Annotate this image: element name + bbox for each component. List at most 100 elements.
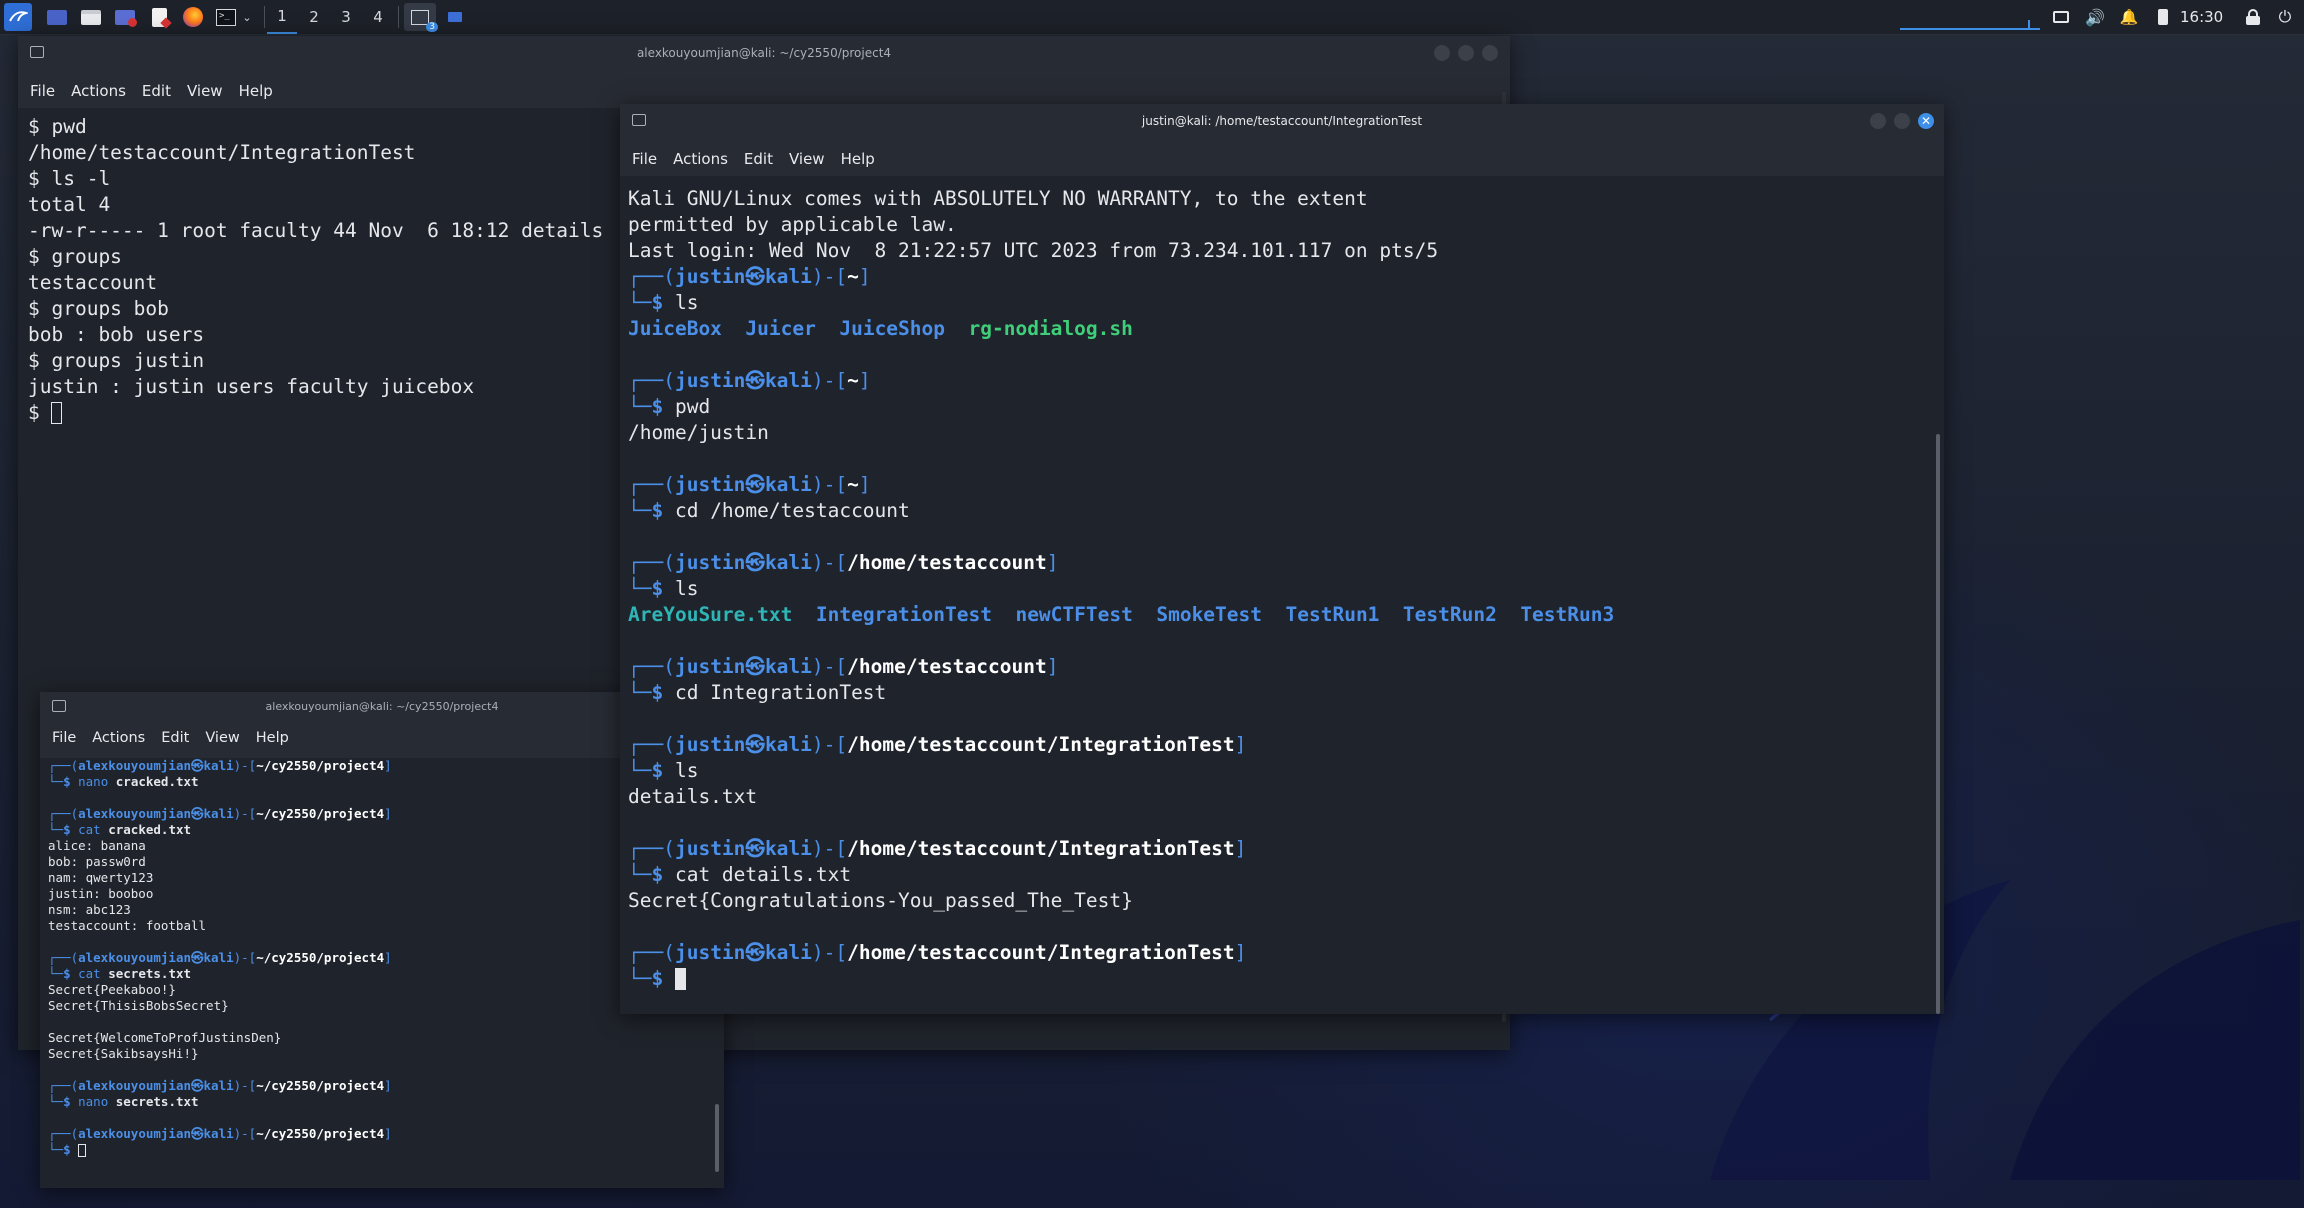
terminal-task-icon[interactable]: 3 [404,3,438,32]
terminal-text: Last login: Wed Nov 8 21:22:57 UTC 2023 … [628,239,1439,262]
workspace-label: 2 [309,8,319,26]
terminal-text: $ [28,401,52,424]
menu-edit[interactable]: Edit [142,82,171,100]
firefox-icon[interactable] [182,5,204,29]
close-button[interactable]: ✕ [1918,113,1934,129]
workspace-4[interactable]: 4 [363,0,393,34]
menu-help[interactable]: Help [239,82,273,100]
maximize-button[interactable] [1458,45,1474,61]
bell-icon[interactable]: 🔔 [2118,5,2140,29]
workspace-2[interactable]: 2 [299,0,329,34]
scrollbar[interactable] [715,1104,719,1172]
window-task-icon[interactable] [444,5,466,29]
prompt-user: justin [674,837,746,860]
kali-menu-icon[interactable] [4,3,32,31]
prompt-path: /home/testaccount/IntegrationTest [847,837,1235,860]
menu-actions[interactable]: Actions [673,150,728,168]
prompt-user: justin [674,733,746,756]
volume-icon[interactable]: 🔊 [2084,5,2106,29]
prompt-decor: └─ [628,577,652,600]
menu-file[interactable]: File [30,82,55,100]
prompt-host: kali [764,265,812,288]
menu-view[interactable]: View [205,730,239,746]
menu-actions[interactable]: Actions [92,730,145,746]
prompt-host: kali [764,551,812,574]
terminal-line: └─$ ls [628,758,1944,784]
menu-edit[interactable]: Edit [161,730,189,746]
chevron-down-icon[interactable]: ⌄ [240,5,254,29]
workspace-3[interactable]: 3 [331,0,361,34]
close-button[interactable] [1482,45,1498,61]
directory-entry: TestRun3 [1520,603,1615,626]
mail-icon[interactable] [114,5,137,29]
menu-edit[interactable]: Edit [744,150,773,168]
prompt-decor: ┌──( [628,941,675,964]
clock[interactable]: 16:30 [2180,0,2223,34]
menu-help[interactable]: Help [841,150,875,168]
directory-entry: SmokeTest [1156,603,1263,626]
prompt-user: alexkouyoumjian [78,806,191,821]
terminal-text: permitted by applicable law. [628,213,957,236]
workspace-1[interactable]: 1 [267,0,297,34]
prompt-path: ~/cy2550/project4 [256,1126,385,1141]
file-entry: AreYouSure.txt [628,603,793,626]
output-text: nsm: abc123 [48,902,131,917]
prompt-user: justin [674,655,746,678]
prompt-decor: ] [384,1126,392,1141]
prompt-decor: ┌──( [628,837,675,860]
terminal-output[interactable]: Kali GNU/Linux comes with ABSOLUTELY NO … [620,176,1944,1014]
prompt-decor: └─ [48,1094,64,1109]
prompt-decor: ] [384,950,392,965]
prompt-user: alexkouyoumjian [78,950,191,965]
taskbar-separator [264,6,265,28]
maximize-button[interactable] [1894,113,1910,129]
executable-entry: rg-nodialog.sh [968,317,1133,340]
terminal-line: Secret{Congratulations-You_passed_The_Te… [628,888,1944,914]
prompt-at: ㉿ [745,473,765,496]
file-manager-icon[interactable] [80,5,102,29]
menu-file[interactable]: File [632,150,657,168]
window-icon [52,700,66,712]
terminal-icon[interactable]: >_ [214,5,238,29]
menu-view[interactable]: View [789,150,825,168]
prompt-decor: ] [858,473,871,496]
show-desktop-icon[interactable] [46,5,68,29]
prompt-at: ㉿ [191,950,204,965]
menu-help[interactable]: Help [256,730,289,746]
prompt-decor: ┌──( [628,551,675,574]
terminal-line: └─$ cd /home/testaccount [628,498,1944,524]
menu-view[interactable]: View [187,82,223,100]
power-icon[interactable]: ⏻ [2274,5,2296,29]
prompt-host: kali [764,733,812,756]
menu-actions[interactable]: Actions [71,82,126,100]
minimize-button[interactable] [1870,113,1886,129]
window-titlebar[interactable]: alexkouyoumjian@kali: ~/cy2550/project4 [18,36,1510,70]
task-count-badge: 3 [426,21,438,32]
lock-icon[interactable] [2242,5,2264,29]
window-icon [30,46,44,58]
text-editor-icon[interactable] [148,5,172,29]
terminal-line: ┌──(justin㉿kali)-[~] [628,472,1944,498]
scrollbar[interactable] [1936,434,1940,1014]
prompt-at: ㉿ [745,733,765,756]
prompt-decor: )-[ [233,1126,257,1141]
prompt-decor: ┌──( [628,733,675,756]
screen-icon[interactable] [2050,5,2072,29]
window-icon [632,114,646,126]
prompt-decor: ] [1046,655,1059,678]
terminal-text: $ groups [28,245,122,268]
prompt-user: alexkouyoumjian [78,1126,191,1141]
menu-file[interactable]: File [52,730,76,746]
terminal-line: └─$ ls [628,290,1944,316]
prompt-path: ~ [847,265,859,288]
prompt-decor: ┌──( [48,1078,79,1093]
window-titlebar[interactable]: justin@kali: /home/testaccount/Integrati… [620,104,1944,138]
prompt-dollar: $ [651,759,675,782]
terminal-text: Kali GNU/Linux comes with ABSOLUTELY NO … [628,187,1368,210]
terminal-line: └─$ cat details.txt [628,862,1944,888]
battery-icon[interactable] [2152,5,2174,29]
output-text: Secret{SakibsaysHi!} [48,1046,199,1061]
minimize-button[interactable] [1434,45,1450,61]
terminal-window-front[interactable]: justin@kali: /home/testaccount/Integrati… [620,104,1944,1014]
output-text: alice: banana [48,838,146,853]
